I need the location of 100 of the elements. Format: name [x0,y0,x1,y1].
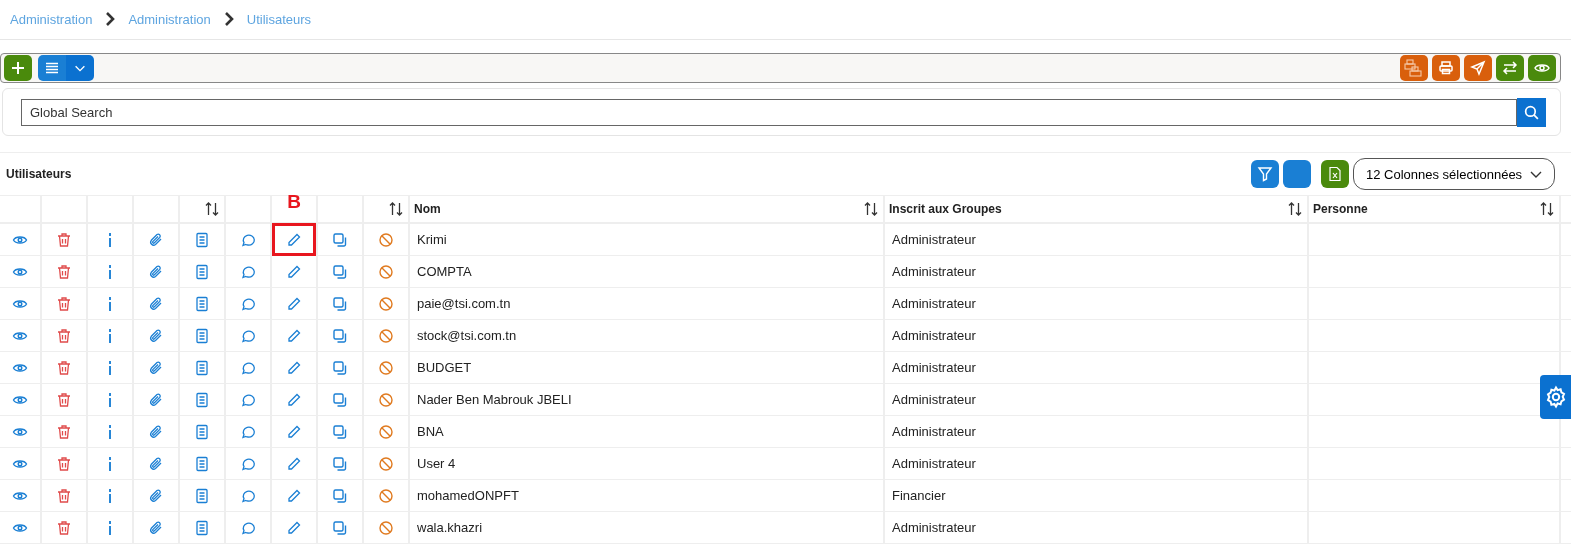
paperclip-icon[interactable] [148,487,164,504]
view-button[interactable] [1528,55,1556,81]
document-icon[interactable] [194,295,210,312]
blank-button[interactable] [1283,160,1311,188]
copy-icon[interactable] [332,231,348,248]
info-icon[interactable] [107,487,113,504]
block-icon[interactable] [378,231,394,248]
pencil-icon[interactable] [286,519,302,536]
info-icon[interactable] [107,359,113,376]
pencil-icon[interactable] [286,295,302,312]
breadcrumb-link[interactable]: Utilisateurs [246,11,312,27]
trash-icon[interactable] [56,359,72,376]
pencil-icon[interactable] [286,359,302,376]
trash-icon[interactable] [56,519,72,536]
document-icon[interactable] [194,487,210,504]
paperclip-icon[interactable] [148,391,164,408]
breadcrumb-link[interactable]: Administration [128,11,211,27]
paperclip-icon[interactable] [148,519,164,536]
send-button[interactable] [1464,55,1492,81]
trash-icon[interactable] [56,263,72,280]
paperclip-icon[interactable] [148,327,164,344]
filter-button[interactable] [1251,160,1279,188]
pencil-icon[interactable] [286,327,302,344]
sort-icon[interactable] [388,201,404,217]
paperclip-icon[interactable] [148,263,164,280]
copy-icon[interactable] [332,519,348,536]
block-icon[interactable] [378,327,394,344]
comment-icon[interactable] [240,423,256,440]
block-icon[interactable] [378,519,394,536]
info-icon[interactable] [107,327,113,344]
comment-icon[interactable] [240,519,256,536]
document-icon[interactable] [194,359,210,376]
comment-icon[interactable] [240,487,256,504]
swap-button[interactable] [1496,55,1524,81]
paperclip-icon[interactable] [148,295,164,312]
paperclip-icon[interactable] [148,423,164,440]
comment-icon[interactable] [240,455,256,472]
search-button[interactable] [1517,97,1546,127]
document-icon[interactable] [194,455,210,472]
copy-icon[interactable] [332,359,348,376]
copy-icon[interactable] [332,263,348,280]
block-icon[interactable] [378,423,394,440]
comment-icon[interactable] [240,391,256,408]
info-icon[interactable] [107,391,113,408]
document-icon[interactable] [194,519,210,536]
block-icon[interactable] [378,263,394,280]
print-button[interactable] [1432,55,1460,81]
document-icon[interactable] [194,391,210,408]
pencil-icon[interactable] [286,231,302,248]
pencil-icon[interactable] [286,391,302,408]
block-icon[interactable] [378,391,394,408]
copy-icon[interactable] [332,391,348,408]
dropdown-button[interactable] [66,55,94,81]
copy-icon[interactable] [332,487,348,504]
info-icon[interactable] [107,231,113,248]
info-icon[interactable] [107,295,113,312]
info-icon[interactable] [107,519,113,536]
sort-icon[interactable] [1287,201,1303,217]
paperclip-icon[interactable] [148,231,164,248]
list-button[interactable] [38,55,66,81]
block-icon[interactable] [378,359,394,376]
trash-icon[interactable] [56,423,72,440]
trash-icon[interactable] [56,455,72,472]
settings-button[interactable] [1540,375,1571,419]
comment-icon[interactable] [240,295,256,312]
trash-icon[interactable] [56,487,72,504]
sort-icon[interactable] [204,201,220,217]
info-icon[interactable] [107,263,113,280]
paperclip-icon[interactable] [148,359,164,376]
info-icon[interactable] [107,455,113,472]
print-batch-button[interactable] [1400,55,1428,81]
search-field[interactable]: Global Search [21,98,1517,126]
copy-icon[interactable] [332,327,348,344]
block-icon[interactable] [378,295,394,312]
trash-icon[interactable] [56,391,72,408]
excel-button[interactable] [1321,160,1349,188]
sort-icon[interactable] [1539,201,1555,217]
document-icon[interactable] [194,263,210,280]
pencil-icon[interactable] [286,455,302,472]
info-icon[interactable] [107,423,113,440]
add-button[interactable] [4,55,32,81]
pencil-icon[interactable] [286,263,302,280]
copy-icon[interactable] [332,455,348,472]
pencil-icon[interactable] [286,423,302,440]
document-icon[interactable] [194,327,210,344]
trash-icon[interactable] [56,231,72,248]
comment-icon[interactable] [240,263,256,280]
column-select[interactable]: 12 Colonnes sélectionnées [1353,158,1555,190]
trash-icon[interactable] [56,327,72,344]
comment-icon[interactable] [240,327,256,344]
breadcrumb-link[interactable]: Administration [10,11,93,27]
document-icon[interactable] [194,231,210,248]
paperclip-icon[interactable] [148,455,164,472]
comment-icon[interactable] [240,359,256,376]
document-icon[interactable] [194,423,210,440]
block-icon[interactable] [378,487,394,504]
sort-icon[interactable] [863,201,879,217]
pencil-icon[interactable] [286,487,302,504]
comment-icon[interactable] [240,231,256,248]
copy-icon[interactable] [332,423,348,440]
